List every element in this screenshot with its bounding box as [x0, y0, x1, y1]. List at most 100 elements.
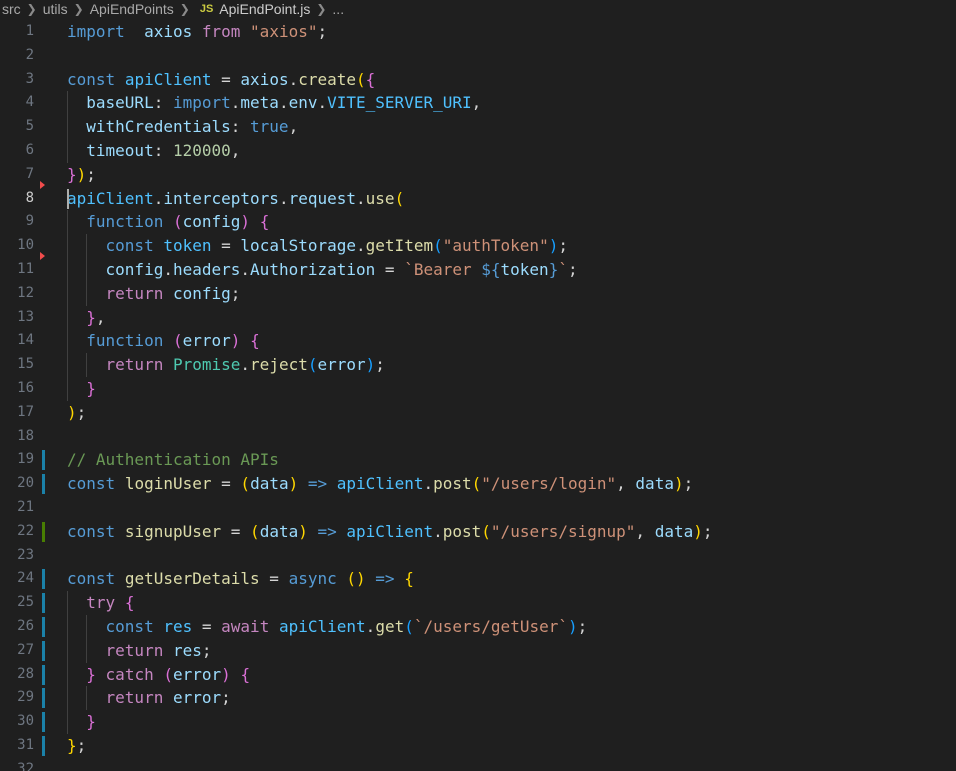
code-text: ); [67, 401, 86, 425]
code-line[interactable]: 16 } [0, 377, 956, 401]
code-line[interactable]: 6 timeout: 120000, [0, 139, 956, 163]
code-token: axios [240, 69, 289, 89]
code-token: error [182, 331, 231, 351]
code-token: = [221, 521, 251, 541]
code-line[interactable]: 22 const signupUser = (data) => apiClient… [0, 520, 956, 544]
code-line[interactable]: 20 const loginUser = (data) => apiClient.… [0, 472, 956, 496]
line-number: 13 [17, 308, 34, 325]
breadcrumb-item-symbols[interactable]: ... [330, 1, 346, 17]
deleted-line-marker-icon[interactable] [40, 180, 45, 189]
code-token: return [105, 640, 164, 660]
code-text: } catch (error) { [67, 663, 250, 687]
code-token: ${ [481, 259, 501, 279]
code-token: reject [250, 355, 308, 375]
line-number: 7 [25, 165, 34, 182]
code-text: const res = await apiClient.get(`/users/… [67, 615, 588, 639]
line-number: 21 [17, 498, 34, 515]
deleted-line-marker-icon[interactable] [40, 251, 45, 260]
code-token: ) [240, 212, 251, 232]
code-line[interactable]: 19 // Authentication APIs [0, 448, 956, 472]
code-line[interactable]: 23 [0, 544, 956, 568]
code-token: Authorization [250, 259, 376, 279]
code-text: return res; [67, 639, 212, 663]
code-line[interactable]: 27 return res; [0, 639, 956, 663]
modified-line-marker[interactable] [42, 688, 45, 709]
code-line[interactable]: 25 try { [0, 591, 956, 615]
modified-line-marker[interactable] [42, 474, 45, 495]
code-line[interactable]: 9 function (config) { [0, 210, 956, 234]
code-line[interactable]: 30 } [0, 710, 956, 734]
code-line[interactable]: 8 apiClient.interceptors.request.use( [0, 180, 956, 211]
code-token: const [67, 474, 116, 494]
code-token: meta [240, 93, 279, 113]
line-number: 16 [17, 379, 34, 396]
code-text: }, [67, 306, 105, 330]
code-line[interactable]: 11 config.headers.Authorization = `Beare… [0, 251, 956, 282]
code-token: ( [250, 521, 260, 541]
code-token: . [278, 188, 289, 208]
code-line[interactable]: 13 }, [0, 306, 956, 330]
modified-line-marker[interactable] [42, 593, 45, 614]
code-token: : [153, 93, 173, 113]
breadcrumb-item-file[interactable]: ApiEndPoint.js [217, 1, 312, 17]
modified-line-marker[interactable] [42, 450, 45, 471]
code-line[interactable]: 5 withCredentials: true, [0, 115, 956, 139]
code-token: , [635, 521, 655, 541]
code-line[interactable]: 1 import axios from "axios"; [0, 20, 956, 44]
code-line[interactable]: 21 [0, 496, 956, 520]
code-token: loginUser [124, 474, 212, 494]
code-token: apiClient [278, 616, 366, 636]
code-token: ) [230, 331, 241, 351]
chevron-right-icon: ❯ [316, 2, 327, 16]
code-line[interactable]: 17); [0, 401, 956, 425]
modified-line-marker[interactable] [42, 569, 45, 590]
code-line[interactable]: 14 function (error) { [0, 329, 956, 353]
code-token: . [356, 188, 366, 208]
modified-line-marker[interactable] [42, 640, 45, 661]
code-token: timeout [86, 140, 154, 160]
breadcrumb-item-apiendpoints[interactable]: ApiEndPoints [88, 1, 176, 17]
modified-line-marker[interactable] [42, 664, 45, 685]
code-area[interactable]: 1 import axios from "axios"; 2 3 const apiCl… [0, 20, 956, 771]
code-token: , [230, 140, 241, 160]
code-token: data [250, 474, 289, 494]
code-token: } [86, 712, 96, 732]
code-line[interactable]: 10 const token = localStorage.getItem("a… [0, 234, 956, 258]
line-number: 5 [25, 118, 34, 135]
code-line[interactable]: 31}; [0, 734, 956, 758]
code-line[interactable]: 7}); [0, 163, 956, 187]
code-line[interactable]: 12 return config; [0, 282, 956, 306]
code-token: { [240, 664, 251, 684]
code-line[interactable]: 4 baseURL: import.meta.env.VITE_SERVER_U… [0, 91, 956, 115]
code-token: ( [163, 664, 173, 684]
code-line[interactable]: 28 } catch (error) { [0, 663, 956, 687]
line-number: 24 [17, 570, 34, 587]
indent-guide [67, 591, 68, 734]
code-line[interactable]: 29 return error; [0, 686, 956, 710]
code-line[interactable]: 2 [0, 44, 956, 68]
code-token: ( [394, 188, 405, 208]
code-token: . [433, 521, 443, 541]
code-line[interactable]: 18 [0, 425, 956, 449]
code-line[interactable]: 24 const getUserDetails = async () => { [0, 567, 956, 591]
code-token: token [163, 236, 212, 256]
code-line[interactable]: 32 [0, 758, 956, 771]
indent-guide [67, 91, 68, 163]
modified-line-marker[interactable] [42, 712, 45, 733]
code-line[interactable]: 15 return Promise.reject(error); [0, 353, 956, 377]
code-line[interactable]: 3 const apiClient = axios.create({ [0, 68, 956, 92]
breadcrumb-item-utils[interactable]: utils [41, 1, 70, 17]
code-token: { [365, 69, 376, 89]
line-number: 14 [17, 332, 34, 349]
code-editor[interactable]: src ❯ utils ❯ ApiEndPoints ❯ JS ApiEndPo… [0, 0, 956, 771]
code-line[interactable]: 26 const res = await apiClient.get(`/use… [0, 615, 956, 639]
modified-line-marker[interactable] [42, 735, 45, 756]
added-line-marker[interactable] [42, 521, 45, 542]
breadcrumb-item-src[interactable]: src [0, 1, 23, 17]
modified-line-marker[interactable] [42, 616, 45, 637]
